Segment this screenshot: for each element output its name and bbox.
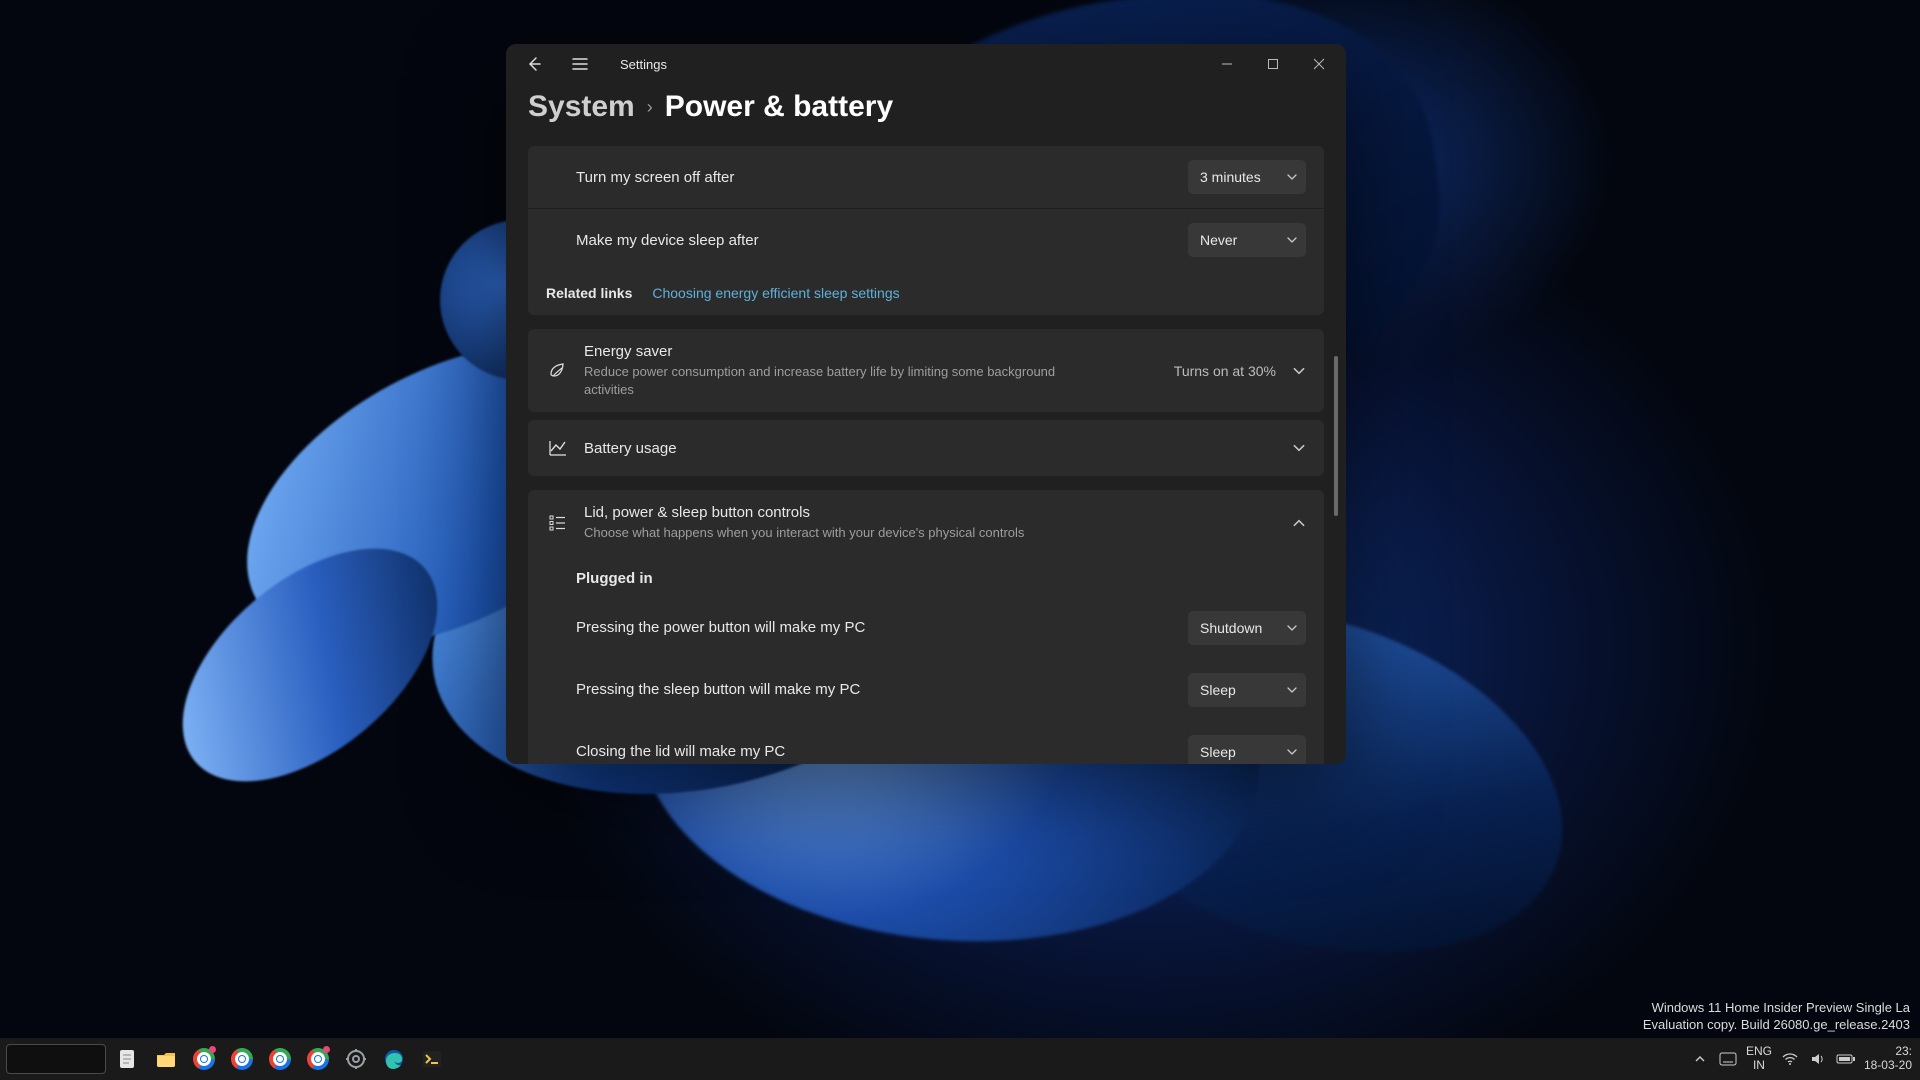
volume-icon[interactable]: [1808, 1049, 1828, 1069]
minimize-button[interactable]: [1204, 48, 1250, 80]
energy-saver-status: Turns on at 30%: [1174, 363, 1276, 379]
minimize-icon: [1221, 58, 1233, 70]
chevron-down-icon: [1286, 171, 1298, 183]
chevron-down-icon: [1286, 622, 1298, 634]
list-settings-icon: [546, 513, 570, 533]
wifi-icon[interactable]: [1780, 1049, 1800, 1069]
power-button-row: Pressing the power button will make my P…: [528, 597, 1324, 659]
hamburger-icon: [572, 57, 588, 71]
close-lid-label: Closing the lid will make my PC: [576, 743, 1174, 760]
chevron-down-icon: [1286, 684, 1298, 696]
chevron-up-icon: [1694, 1053, 1706, 1065]
taskbar-app-chrome-4[interactable]: [302, 1043, 334, 1075]
screen-off-label: Turn my screen off after: [576, 169, 1174, 186]
clock[interactable]: 23:18-03-20: [1864, 1045, 1912, 1073]
battery-usage-title: Battery usage: [584, 440, 1278, 457]
breadcrumb-root[interactable]: System: [528, 90, 635, 124]
lid-controls-card: Lid, power & sleep button controls Choos…: [528, 490, 1324, 764]
power-button-label: Pressing the power button will make my P…: [576, 619, 1174, 636]
breadcrumb: System › Power & battery: [528, 90, 1324, 124]
keyboard-icon: [1719, 1052, 1737, 1066]
leaf-icon: [546, 361, 570, 381]
maximize-button[interactable]: [1250, 48, 1296, 80]
battery-icon[interactable]: [1836, 1049, 1856, 1069]
close-icon: [1313, 58, 1325, 70]
sleep-button-row: Pressing the sleep button will make my P…: [528, 659, 1324, 721]
close-lid-value: Sleep: [1200, 744, 1276, 760]
settings-window: Settings System › Power & battery Turn m…: [506, 44, 1346, 764]
close-lid-row: Closing the lid will make my PC Sleep: [528, 721, 1324, 764]
lid-controls-expander[interactable]: Lid, power & sleep button controls Choos…: [528, 490, 1324, 556]
taskbar-app-chrome-2[interactable]: [226, 1043, 258, 1075]
sleep-button-label: Pressing the sleep button will make my P…: [576, 681, 1174, 698]
sleep-settings-link[interactable]: Choosing energy efficient sleep settings: [652, 285, 899, 301]
screen-sleep-group: Turn my screen off after 3 minutes Make …: [528, 146, 1324, 315]
tray-keyboard-icon[interactable]: [1718, 1049, 1738, 1069]
maximize-icon: [1267, 58, 1279, 70]
taskbar-app-settings[interactable]: [340, 1043, 372, 1075]
plugged-in-header: Plugged in: [528, 556, 1324, 597]
start-search-box[interactable]: [6, 1044, 106, 1074]
chevron-down-icon: [1286, 234, 1298, 246]
device-sleep-row: Make my device sleep after Never: [528, 208, 1324, 271]
taskbar-app-edge[interactable]: [378, 1043, 410, 1075]
sleep-button-dropdown[interactable]: Sleep: [1188, 673, 1306, 707]
taskbar-app-mobaxterm[interactable]: [416, 1043, 448, 1075]
chevron-down-icon: [1292, 441, 1306, 455]
energy-saver-title: Energy saver: [584, 343, 1160, 360]
chevron-up-icon: [1292, 516, 1306, 530]
window-title: Settings: [620, 57, 667, 72]
scrollbar[interactable]: [1334, 356, 1338, 646]
sleep-button-value: Sleep: [1200, 682, 1276, 698]
chevron-right-icon: ›: [647, 97, 653, 118]
chevron-down-icon: [1286, 746, 1298, 758]
tray-overflow-chevron[interactable]: [1690, 1049, 1710, 1069]
lid-controls-desc: Choose what happens when you interact wi…: [584, 524, 1104, 542]
close-button[interactable]: [1296, 48, 1342, 80]
arrow-left-icon: [526, 56, 542, 72]
language-indicator[interactable]: ENGIN: [1746, 1045, 1772, 1073]
energy-saver-expander[interactable]: Energy saver Reduce power consumption an…: [528, 329, 1324, 412]
power-button-value: Shutdown: [1200, 620, 1276, 636]
energy-saver-desc: Reduce power consumption and increase ba…: [584, 363, 1104, 398]
device-sleep-dropdown[interactable]: Never: [1188, 223, 1306, 257]
screen-off-row: Turn my screen off after 3 minutes: [528, 146, 1324, 208]
taskbar[interactable]: ENGIN 23:18-03-20: [0, 1038, 1920, 1080]
power-button-dropdown[interactable]: Shutdown: [1188, 611, 1306, 645]
device-sleep-label: Make my device sleep after: [576, 232, 1174, 249]
settings-scroll-area[interactable]: Turn my screen off after 3 minutes Make …: [528, 146, 1340, 764]
related-links-label: Related links: [546, 285, 632, 301]
screen-off-value: 3 minutes: [1200, 169, 1276, 185]
back-button[interactable]: [518, 48, 550, 80]
taskbar-app-explorer[interactable]: [150, 1043, 182, 1075]
chart-line-icon: [546, 438, 570, 458]
windows-watermark: Windows 11 Home Insider Preview Single L…: [1643, 999, 1910, 1034]
close-lid-dropdown[interactable]: Sleep: [1188, 735, 1306, 764]
screen-off-dropdown[interactable]: 3 minutes: [1188, 160, 1306, 194]
chevron-down-icon: [1292, 364, 1306, 378]
nav-menu-button[interactable]: [564, 48, 596, 80]
page-title: Power & battery: [665, 90, 893, 124]
device-sleep-value: Never: [1200, 232, 1276, 248]
related-links-row: Related links Choosing energy efficient …: [528, 271, 1324, 315]
taskbar-app-chrome-1[interactable]: [188, 1043, 220, 1075]
taskbar-app-notepad[interactable]: [112, 1043, 144, 1075]
taskbar-app-chrome-3[interactable]: [264, 1043, 296, 1075]
battery-usage-expander[interactable]: Battery usage: [528, 420, 1324, 476]
lid-controls-title: Lid, power & sleep button controls: [584, 504, 1278, 521]
titlebar[interactable]: Settings: [506, 44, 1346, 84]
